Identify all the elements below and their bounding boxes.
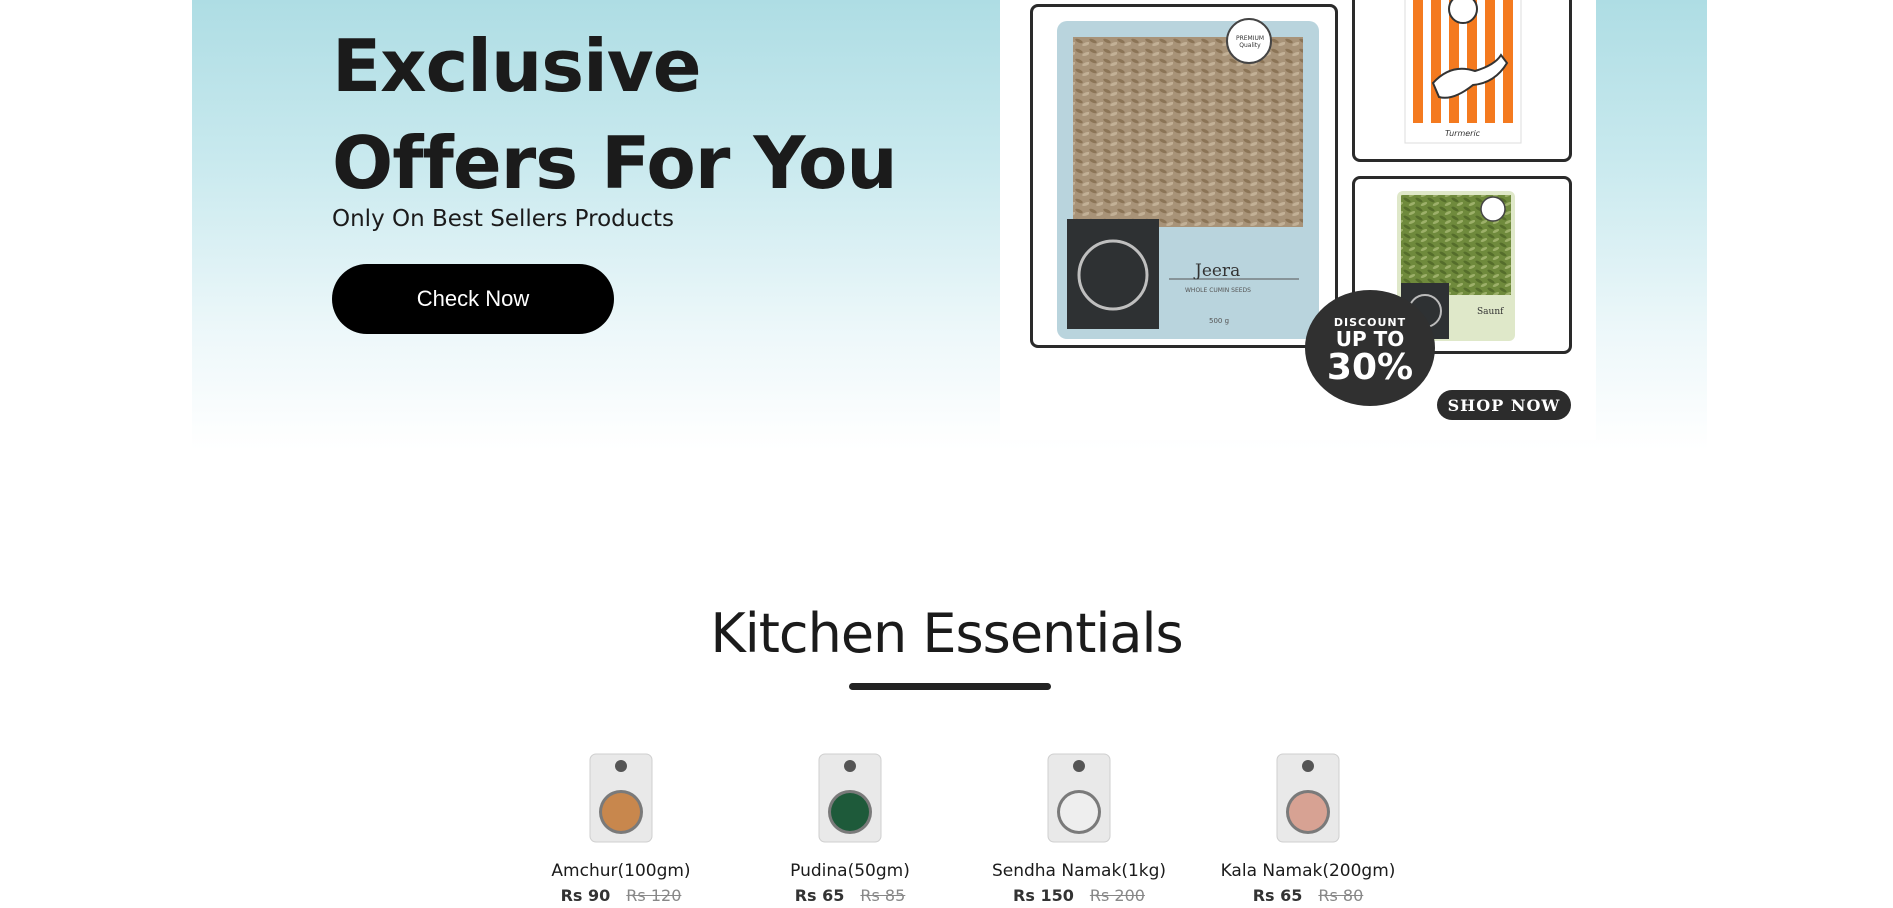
product-powder-swatch [1060,793,1098,831]
promo-banner[interactable]: Jeera WHOLE CUMIN SEEDS 500 g PREMIUM Qu… [1000,0,1596,440]
saunf-label: Saunf [1477,307,1504,317]
section-divider [849,683,1051,690]
jeera-label: Jeera [1195,261,1241,281]
product-name[interactable]: Pudina(50gm) [750,860,950,882]
hero-subtitle: Only On Best Sellers Products [332,206,674,232]
product-powder-swatch [831,793,869,831]
discount-percent: 30% [1326,347,1414,388]
product-price: Rs 65 [794,886,845,905]
product-card[interactable]: Kala Namak(200gm) Rs 65 Rs 80 [1208,752,1408,905]
product-prices: Rs 65 Rs 85 [750,886,950,905]
turmeric-label: Turmeric [1445,129,1481,138]
product-old-price: Rs 120 [626,886,682,905]
check-now-button[interactable]: Check Now [332,264,614,334]
product-prices: Rs 90 Rs 120 [521,886,721,905]
product-price: Rs 65 [1252,886,1303,905]
product-card[interactable]: Sendha Namak(1kg) Rs 150 Rs 200 [979,752,1179,905]
jeera-product-frame[interactable]: Jeera WHOLE CUMIN SEEDS 500 g PREMIUM Qu… [1030,4,1338,348]
section-title: Kitchen Essentials [710,602,1183,665]
jeera-weight: 500 g [1209,317,1230,325]
product-old-price: Rs 80 [1318,886,1364,905]
product-image[interactable] [1044,752,1114,844]
product-old-price: Rs 85 [860,886,906,905]
shop-now-button[interactable]: SHOP NOW [1437,390,1571,420]
product-name[interactable]: Sendha Namak(1kg) [979,860,1179,882]
product-image[interactable] [1273,752,1343,844]
discount-upto: UP TO [1335,327,1405,351]
jeera-pack-image [1057,18,1319,339]
product-powder-swatch [1289,793,1327,831]
product-old-price: Rs 200 [1089,886,1145,905]
product-image[interactable] [815,752,885,844]
product-card[interactable]: Pudina(50gm) Rs 65 Rs 85 [750,752,950,905]
product-price: Rs 150 [1013,886,1074,905]
jeera-sub-label: WHOLE CUMIN SEEDS [1185,287,1251,294]
product-prices: Rs 65 Rs 80 [1208,886,1408,905]
product-name[interactable]: Amchur(100gm) [521,860,721,882]
hero-title-line2: Offers For You [332,121,898,205]
product-name[interactable]: Kala Namak(200gm) [1208,860,1408,882]
product-powder-swatch [602,793,640,831]
hero-title-line1: Exclusive [332,24,702,108]
product-prices: Rs 150 Rs 200 [979,886,1179,905]
product-image[interactable] [586,752,656,844]
premium-badge: PREMIUM Quality [1235,35,1265,49]
product-card[interactable]: Amchur(100gm) Rs 90 Rs 120 [521,752,721,905]
discount-badge: DISCOUNT UP TO 30% [1305,290,1435,406]
product-price: Rs 90 [560,886,611,905]
turmeric-product-frame[interactable]: Turmeric [1352,0,1572,162]
hero-title: Exclusive Offers For You [332,18,898,212]
